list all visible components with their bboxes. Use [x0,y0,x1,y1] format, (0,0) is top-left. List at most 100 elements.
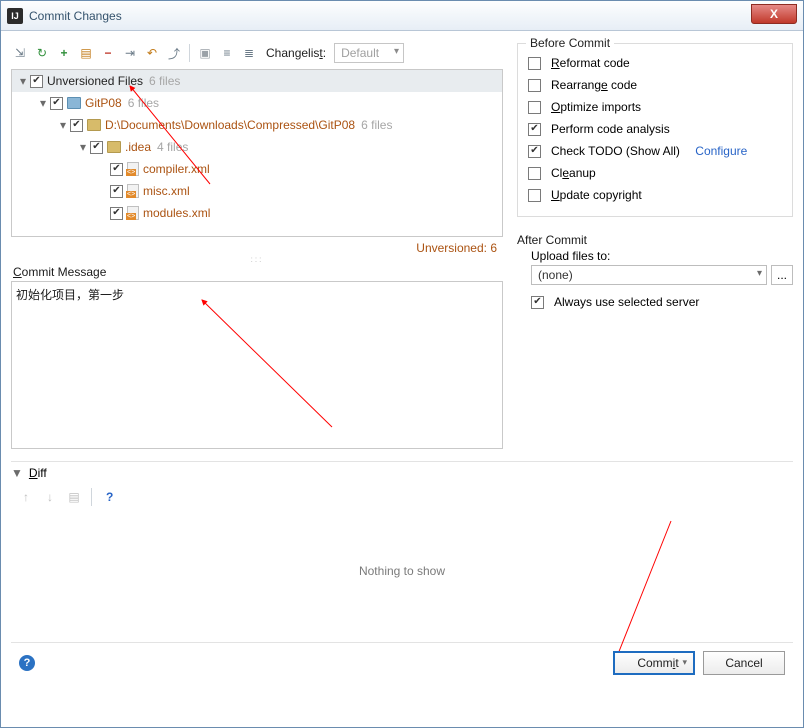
tree-row[interactable]: ▾ compiler.xml [12,158,502,180]
node-label: .idea [125,140,151,154]
separator-icon [189,44,190,62]
node-meta: 6 files [149,74,180,88]
tree-row-unversioned[interactable]: ▾ Unversioned Files 6 files [12,70,502,92]
checkbox[interactable] [70,119,83,132]
checkbox-cleanup[interactable] [528,167,541,180]
checkbox-reformat[interactable] [528,57,541,70]
node-meta: 4 files [157,140,188,154]
jump-icon[interactable]: ⤴ [165,44,183,62]
opt-copyright: Update copyright [551,188,642,202]
tree-row[interactable]: ▾ GitP08 6 files [12,92,502,114]
diff-settings-icon[interactable]: ▤ [65,488,83,506]
collapse-icon[interactable]: ≣ [240,44,258,62]
node-label: compiler.xml [143,162,210,176]
diff-body: Nothing to show [11,506,793,636]
node-label: misc.xml [143,184,190,198]
diff-toolbar: ↑ ↓ ▤ ? [11,480,793,506]
before-commit-group: Before Commit Reformat code Rearrange co… [517,43,793,217]
right-column: Before Commit Reformat code Rearrange co… [517,41,793,449]
opt-always-server: Always use selected server [554,295,699,309]
upload-browse-button[interactable]: ... [771,265,793,285]
tree-row[interactable]: ▾ D:\Documents\Downloads\Compressed\GitP… [12,114,502,136]
checkbox-todo[interactable] [528,145,541,158]
diff-nothing: Nothing to show [359,564,445,578]
move-icon[interactable]: ⇥ [121,44,139,62]
next-diff-icon[interactable]: ↓ [41,488,59,506]
before-commit-legend: Before Commit [526,36,614,50]
opt-reformat: Reformat code [551,56,630,70]
xml-file-icon [127,184,139,198]
chevron-down-icon[interactable]: ▾ [36,96,50,110]
commit-message-text: 初始化项目，第一步 [16,288,124,302]
node-meta: 6 files [128,96,159,110]
rollback-icon[interactable]: ↶ [143,44,161,62]
folder-icon [87,119,101,131]
chevron-down-icon[interactable]: ▼ [11,466,23,480]
left-column: ⇲ ↻ + ▤ − ⇥ ↶ ⤴ ▣ ≡ ≣ Changelist: Defaul… [11,41,503,449]
node-label: D:\Documents\Downloads\Compressed\GitP08 [105,118,355,132]
upper-area: ⇲ ↻ + ▤ − ⇥ ↶ ⤴ ▣ ≡ ≣ Changelist: Defaul… [11,41,793,449]
node-meta: 6 files [361,118,392,132]
refresh-icon[interactable]: ↻ [33,44,51,62]
prev-diff-icon[interactable]: ↑ [17,488,35,506]
checkbox-always-server[interactable] [531,296,544,309]
checkbox[interactable] [110,185,123,198]
checkbox[interactable] [110,163,123,176]
files-toolbar: ⇲ ↻ + ▤ − ⇥ ↶ ⤴ ▣ ≡ ≣ Changelist: Defaul… [11,41,503,69]
add-icon[interactable]: + [55,44,73,62]
cancel-button[interactable]: Cancel [703,651,785,675]
tree-row[interactable]: ▾ modules.xml [12,202,502,224]
opt-optimize: Optimize imports [551,100,641,114]
checkbox[interactable] [90,141,103,154]
checkbox-optimize[interactable] [528,101,541,114]
node-label: Unversioned Files [47,74,143,88]
configure-link[interactable]: Configure [695,144,747,158]
upload-select[interactable]: (none) [531,265,767,285]
checkbox-analysis[interactable] [528,123,541,136]
commit-dialog: IJ Commit Changes X ⇲ ↻ + ▤ − ⇥ ↶ ⤴ ▣ ≡ … [0,0,804,728]
after-commit-group: After Commit Upload files to: (none) ...… [517,229,793,313]
commit-message-input[interactable]: 初始化项目，第一步 [11,281,503,449]
checkbox[interactable] [30,75,43,88]
status-unversioned: Unversioned: 6 [11,237,503,255]
commit-message-label: Commit Message [11,261,503,281]
expand-icon[interactable]: ≡ [218,44,236,62]
checkbox[interactable] [110,207,123,220]
tree-row[interactable]: ▾ .idea 4 files [12,136,502,158]
module-icon [67,97,81,109]
close-button[interactable]: X [751,4,797,24]
after-commit-legend: After Commit [517,229,793,249]
diff-header[interactable]: ▼ Diff [11,461,793,480]
checkbox-copyright[interactable] [528,189,541,202]
xml-file-icon [127,206,139,220]
chevron-down-icon[interactable]: ▾ [16,74,30,88]
footer: ? Commit Cancel [11,642,793,683]
commit-button[interactable]: Commit [613,651,695,675]
separator-icon [91,488,92,506]
tree-row[interactable]: ▾ misc.xml [12,180,502,202]
chevron-down-icon[interactable]: ▾ [56,118,70,132]
diff-label: Diff [29,466,47,480]
changelist-select[interactable]: Default [334,43,404,63]
opt-cleanup: Cleanup [551,166,596,180]
help-icon[interactable]: ? [106,490,113,504]
checkbox-rearrange[interactable] [528,79,541,92]
help-button[interactable]: ? [19,655,35,671]
opt-todo: Check TODO (Show All) [551,144,680,158]
upload-label: Upload files to: [531,249,793,263]
group-icon[interactable]: ▣ [196,44,214,62]
chevron-down-icon[interactable]: ▾ [76,140,90,154]
checkbox[interactable] [50,97,63,110]
remove-icon[interactable]: − [99,44,117,62]
window-title: Commit Changes [29,9,122,23]
node-label: GitP08 [85,96,122,110]
opt-rearrange: Rearrange code [551,78,637,92]
app-icon: IJ [7,8,23,24]
show-diff-icon[interactable]: ⇲ [11,44,29,62]
folder-icon [107,141,121,153]
xml-file-icon [127,162,139,176]
changelist-label: Changelist: [266,46,326,60]
files-tree[interactable]: ▾ Unversioned Files 6 files ▾ GitP08 6 f… [11,69,503,237]
content: ⇲ ↻ + ▤ − ⇥ ↶ ⤴ ▣ ≡ ≣ Changelist: Defaul… [1,31,803,727]
new-changelist-icon[interactable]: ▤ [77,44,95,62]
